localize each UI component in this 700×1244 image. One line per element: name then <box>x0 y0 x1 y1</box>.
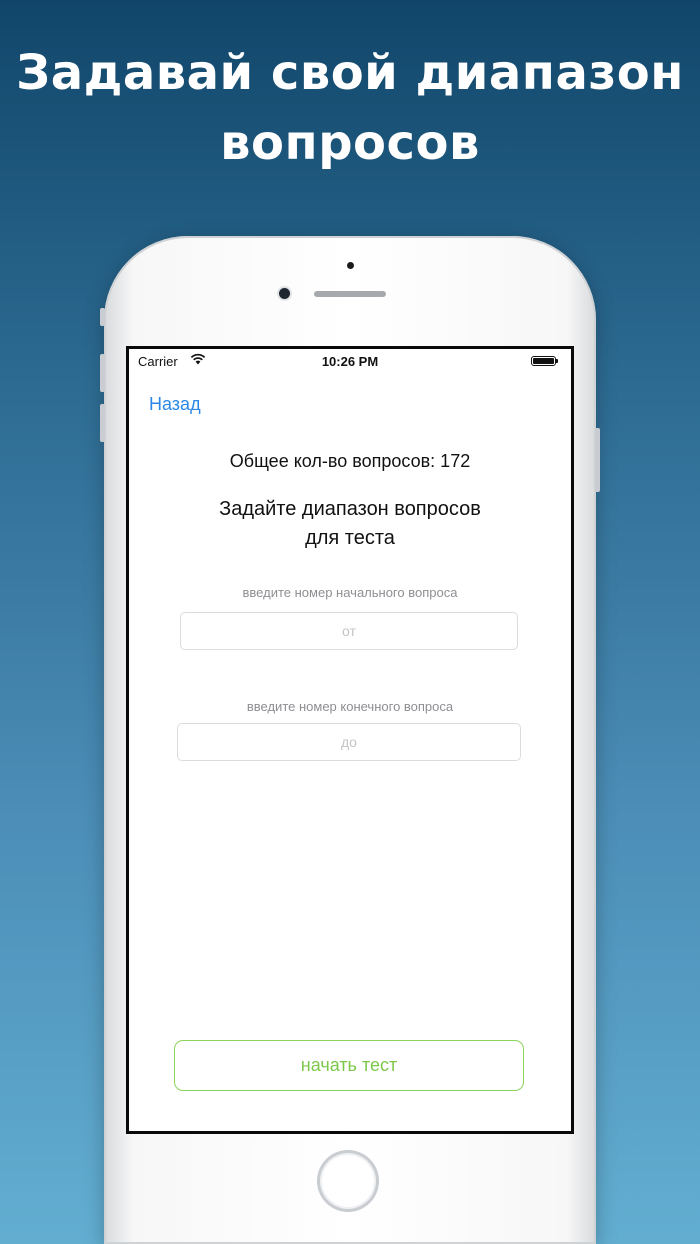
phone-power-button <box>595 428 600 492</box>
phone-frame: Carrier 10:26 PM Назад Общее кол-во вопр… <box>100 236 600 1244</box>
status-bar: Carrier 10:26 PM <box>129 349 571 373</box>
battery-icon <box>531 356 558 366</box>
range-instruction-line1: Задайте диапазон вопросов <box>219 498 481 520</box>
promo-headline-line2: вопросов <box>220 115 480 171</box>
phone-screen: Carrier 10:26 PM Назад Общее кол-во вопр… <box>126 346 574 1134</box>
back-button[interactable]: Назад <box>149 394 201 415</box>
promo-headline: Задавай свой диапазон вопросов <box>0 38 700 178</box>
total-questions-label: Общее кол-во вопросов: 172 <box>229 451 471 471</box>
from-question-input[interactable] <box>180 612 518 650</box>
promo-headline-line1: Задавай свой диапазон <box>16 45 684 101</box>
range-instruction: Задайте диапазон вопросов для теста <box>129 495 571 553</box>
front-camera <box>279 288 290 299</box>
range-instruction-line2: для теста <box>305 527 395 549</box>
proximity-sensor <box>347 262 354 269</box>
to-field-hint: введите номер конечного вопроса <box>246 699 454 714</box>
start-test-button[interactable]: начать тест <box>174 1040 524 1091</box>
home-button[interactable] <box>317 1150 379 1212</box>
to-question-input[interactable] <box>177 723 521 761</box>
phone-volume-down <box>100 404 105 442</box>
status-time: 10:26 PM <box>321 354 379 369</box>
earpiece-speaker <box>314 291 386 297</box>
from-field-hint: введите номер начального вопроса <box>242 585 458 600</box>
phone-volume-up <box>100 354 105 392</box>
phone-silent-switch <box>100 308 105 326</box>
